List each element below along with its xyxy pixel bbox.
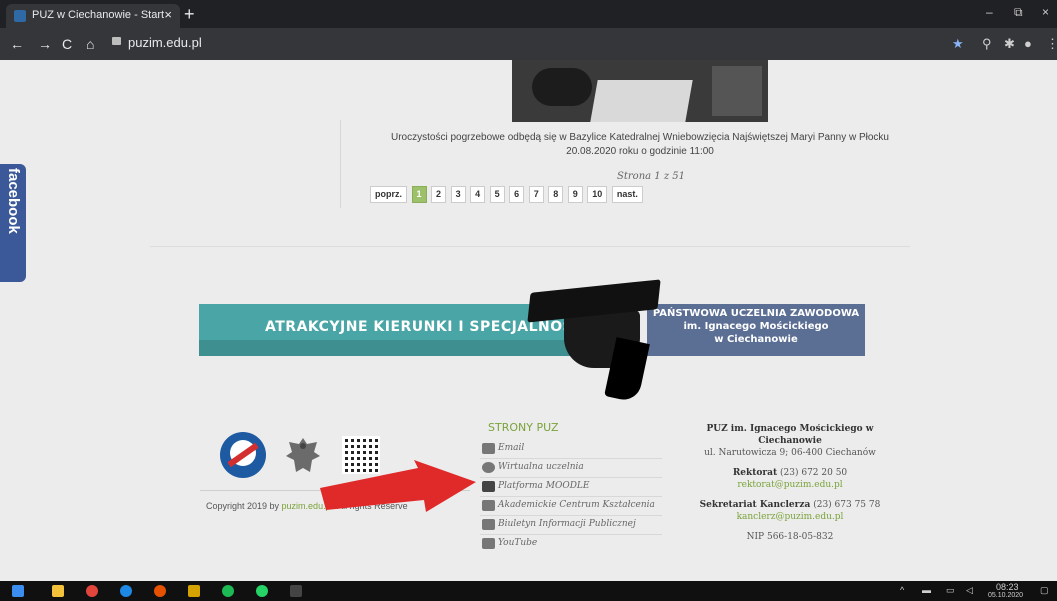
notification-icon[interactable]: ▢ [1040, 585, 1049, 596]
home-icon[interactable]: ⌂ [86, 36, 94, 52]
article-photo[interactable] [512, 60, 768, 122]
acks-icon [482, 500, 495, 511]
page-button-9[interactable]: 9 [567, 186, 583, 203]
tray-volume-icon[interactable]: ◁ [966, 585, 973, 596]
forward-arrow-icon[interactable]: → [38, 36, 52, 52]
close-window-button[interactable]: × [1042, 5, 1049, 19]
app-yellow-icon[interactable] [188, 585, 200, 597]
wordpress-icon [482, 462, 495, 473]
contact-name: PUZ im. Ignacego Mościckiego w Ciechanow… [706, 424, 874, 446]
extension-icon[interactable]: ⚲ [982, 36, 992, 52]
link-youtube[interactable]: YouTube [480, 535, 662, 553]
contact-info: PUZ im. Ignacego Mościckiego w Ciechanow… [690, 423, 890, 543]
back-arrow-icon[interactable]: ← [10, 36, 24, 52]
link-platforma-moodle[interactable]: Platforma MOODLE [480, 478, 662, 497]
facebook-side-tab[interactable]: facebook [0, 164, 26, 282]
facebook-label: facebook [5, 168, 22, 234]
chrome-icon[interactable] [86, 585, 98, 597]
app-dark-icon[interactable] [290, 585, 302, 597]
red-arrow-annotation [320, 460, 476, 512]
link-email[interactable]: Email [480, 440, 662, 459]
lock-icon [112, 37, 121, 45]
moodle-icon [482, 481, 495, 492]
page-button-1[interactable]: 1 [411, 186, 427, 203]
page-button-8[interactable]: 8 [548, 186, 564, 203]
page-info: Strona 1 z 51 [617, 171, 685, 182]
bip-icon [482, 519, 495, 530]
site-favicon-icon [14, 10, 26, 22]
app-blue-icon[interactable] [120, 585, 132, 597]
section-divider [150, 246, 910, 247]
address-bar[interactable]: puzim.edu.pl [112, 32, 942, 56]
address-url[interactable]: puzim.edu.pl [128, 35, 202, 50]
page-button-10[interactable]: 10 [587, 186, 608, 203]
clock-date[interactable]: 05.10.2020 [988, 592, 1023, 599]
contact-kanclerz: Sekretariat Kanclerza (23) 673 75 78 [699, 500, 881, 510]
maximize-button[interactable]: ⧉ [1014, 5, 1023, 20]
strony-puz-links: Email Wirtualna uczelnia Platforma MOODL… [480, 440, 662, 553]
banner-left-text: ATRAKCYJNE KIERUNKI I SPECJALNOŚCI [265, 319, 590, 335]
link-biuletyn[interactable]: Biuletyn Informacji Publicznej [480, 516, 662, 535]
next-page-button[interactable]: nast. [611, 186, 643, 203]
link-wirtualna-uczelnia[interactable]: Wirtualna uczelnia [480, 459, 662, 478]
email-icon [482, 443, 495, 454]
pagination: poprz. 1 2 3 4 5 6 7 8 9 10 nast. [370, 186, 645, 203]
rektorat-email-link[interactable]: rektorat@puzim.edu.pl [690, 479, 890, 491]
youtube-icon [482, 538, 495, 549]
prev-page-button[interactable]: poprz. [370, 186, 407, 203]
page-button-3[interactable]: 3 [450, 186, 466, 203]
strony-puz-title: STRONY PUZ [488, 421, 559, 434]
origin-icon[interactable] [154, 585, 166, 597]
article-caption: Uroczystości pogrzebowe odbędą się w Baz… [391, 132, 889, 157]
page-button-7[interactable]: 7 [528, 186, 544, 203]
page-button-4[interactable]: 4 [470, 186, 486, 203]
banner-right-text: PAŃSTWOWA UCZELNIA ZAWODOWA im. Ignacego… [652, 308, 860, 345]
spotify-icon[interactable] [222, 585, 234, 597]
browser-tab[interactable]: PUZ w Ciechanowie - Start × [6, 4, 180, 28]
tray-chevron-icon[interactable]: ^ [900, 585, 904, 595]
university-logo[interactable] [220, 432, 266, 478]
tray-network-icon[interactable]: ▬ [922, 585, 931, 595]
tray-display-icon[interactable]: ▭ [946, 585, 955, 596]
minimize-button[interactable]: – [986, 5, 993, 19]
link-akademickie-centrum[interactable]: Akademickie Centrum Kształcenia [480, 497, 662, 516]
windows-taskbar: ^ ▬ ▭ ◁ 08:23 05.10.2020 ▢ [0, 581, 1057, 601]
column-divider [340, 120, 341, 208]
menu-dots-icon[interactable]: ⋮ [1046, 36, 1057, 52]
tab-close-icon[interactable]: × [164, 7, 172, 22]
whatsapp-icon[interactable] [256, 585, 268, 597]
profile-avatar-icon[interactable]: ● [1024, 36, 1032, 51]
kanclerz-email-link[interactable]: kanclerz@puzim.edu.pl [690, 511, 890, 523]
page-viewport: facebook Uroczystości pogrzebowe odbędą … [0, 60, 1057, 581]
contact-nip: NIP 566-18-05-832 [746, 532, 834, 542]
page-button-5[interactable]: 5 [489, 186, 505, 203]
page-button-6[interactable]: 6 [509, 186, 525, 203]
clock-time[interactable]: 08:23 [996, 582, 1019, 592]
polish-eagle-emblem [286, 438, 320, 472]
browser-titlebar: PUZ w Ciechanowie - Start × + – ⧉ × [0, 0, 1057, 28]
contact-address: ul. Narutowicza 9; 06-400 Ciechanów [704, 448, 876, 458]
browser-toolbar: ← → C ⌂ puzim.edu.pl [0, 28, 1057, 60]
puzzle-icon[interactable]: ✱ [1004, 36, 1015, 52]
new-tab-button[interactable]: + [184, 4, 195, 25]
windows-start-icon[interactable] [12, 585, 24, 597]
tab-title: PUZ w Ciechanowie - Start [32, 9, 165, 21]
reload-icon[interactable]: C [62, 36, 72, 52]
page-button-2[interactable]: 2 [431, 186, 447, 203]
file-explorer-icon[interactable] [52, 585, 64, 597]
bookmark-star-icon[interactable]: ★ [952, 36, 964, 52]
contact-rektorat: Rektorat (23) 672 20 50 [732, 468, 848, 478]
